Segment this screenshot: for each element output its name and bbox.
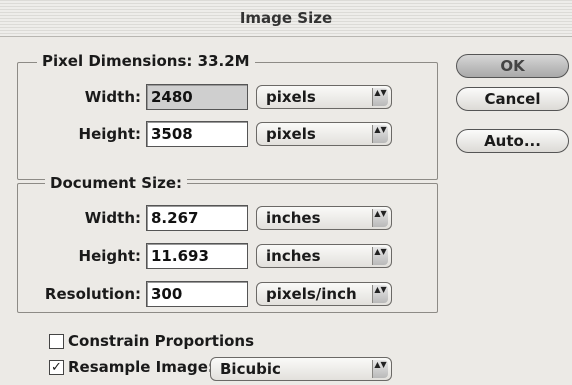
doc-width-unit-select[interactable]: inches ▲▼: [256, 206, 392, 230]
doc-width-label: Width:: [84, 209, 141, 227]
doc-height-unit-select[interactable]: inches ▲▼: [256, 244, 392, 268]
stepper-arrows-icon: ▲▼: [372, 209, 388, 227]
cancel-button[interactable]: Cancel: [456, 87, 569, 111]
doc-width-unit: inches: [266, 209, 321, 227]
doc-height-unit: inches: [266, 247, 321, 265]
document-size-heading: Document Size:: [45, 174, 188, 192]
pixel-dimensions-size: 33.2M: [197, 52, 250, 70]
stepper-arrows-icon: ▲▼: [372, 125, 388, 143]
pixel-height-label: Height:: [78, 125, 141, 143]
pixel-width-unit-select[interactable]: pixels ▲▼: [256, 85, 392, 109]
stepper-arrows-icon: ▲▼: [372, 285, 388, 303]
doc-height-input[interactable]: 11.693: [146, 243, 248, 269]
pixel-dimensions-heading: Pixel Dimensions: 33.2M: [37, 52, 255, 70]
doc-height-label: Height:: [78, 247, 141, 265]
pixel-dimensions-label: Pixel Dimensions:: [42, 52, 193, 70]
title-bar: Image Size: [0, 0, 572, 37]
pixel-height-input[interactable]: 3508: [146, 121, 248, 147]
stepper-arrows-icon: ▲▼: [372, 88, 388, 106]
resample-method-select[interactable]: Bicubic ▲▼: [210, 357, 392, 381]
stepper-arrows-icon: ▲▼: [372, 247, 388, 265]
pixel-width-label: Width:: [84, 88, 141, 106]
doc-width-input[interactable]: 8.267: [146, 205, 248, 231]
pixel-width-input[interactable]: 2480: [146, 84, 248, 110]
checkmark-icon: ✓: [51, 360, 62, 375]
resolution-unit: pixels/inch: [266, 285, 357, 303]
resolution-unit-select[interactable]: pixels/inch ▲▼: [256, 282, 392, 306]
auto-button[interactable]: Auto...: [456, 129, 569, 153]
ok-button[interactable]: OK: [456, 54, 569, 78]
resample-image-checkbox[interactable]: ✓: [49, 360, 64, 375]
pixel-width-unit: pixels: [266, 88, 316, 106]
constrain-proportions-label: Constrain Proportions: [68, 332, 255, 350]
pixel-height-unit: pixels: [266, 125, 316, 143]
resolution-input[interactable]: 300: [146, 281, 248, 307]
resolution-label: Resolution:: [44, 285, 141, 303]
pixel-height-unit-select[interactable]: pixels ▲▼: [256, 122, 392, 146]
stepper-arrows-icon: ▲▼: [372, 360, 388, 378]
dialog-title: Image Size: [239, 9, 333, 27]
resample-image-label: Resample Image:: [68, 358, 214, 376]
constrain-proportions-checkbox[interactable]: [49, 334, 64, 349]
resample-method-value: Bicubic: [220, 360, 281, 378]
